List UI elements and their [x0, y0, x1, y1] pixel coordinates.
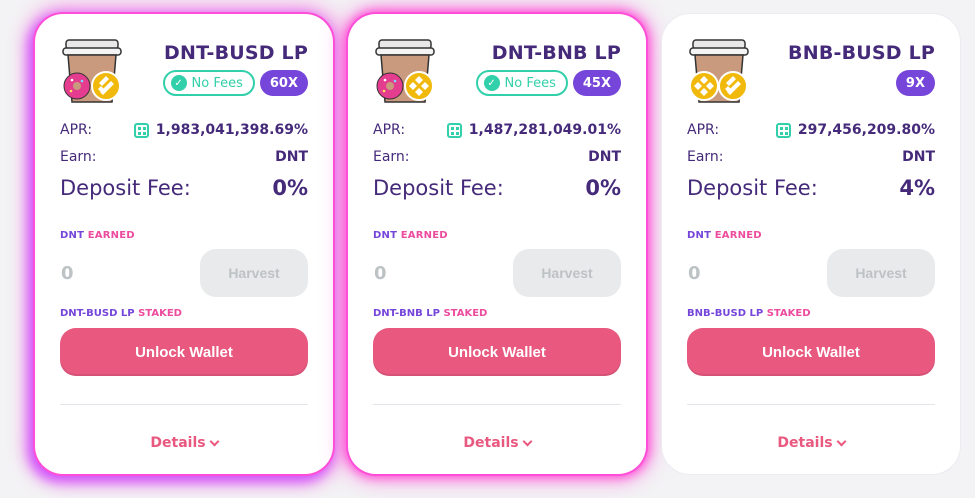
staked-section-label: DNT-BNB LP STAKED — [373, 308, 488, 319]
verified-check-icon: ✓ — [483, 75, 500, 91]
chevron-down-icon — [209, 436, 220, 446]
earn-row: Earn: DNT — [373, 142, 621, 172]
deposit-fee-value: 0% — [585, 176, 621, 200]
lp-token-art — [689, 39, 749, 103]
farm-tags: 9X — [895, 70, 935, 96]
apr-value: 1,983,041,398.69% — [155, 122, 308, 138]
bnb-token-icon — [689, 71, 719, 101]
farm-card-header: DNT-BUSD LP ✓ No Fees 60X — [60, 38, 308, 114]
farm-card-bnb-busd: BNB-BUSD LP 9X APR: 297,456,209.80% Earn… — [662, 14, 960, 474]
staked-section-label: BNB-BUSD LP STAKED — [687, 308, 811, 319]
donut-token-icon — [376, 72, 404, 100]
deposit-fee-label: Deposit Fee: — [60, 176, 191, 200]
details-toggle[interactable]: Details — [687, 435, 935, 451]
details-toggle[interactable]: Details — [373, 435, 621, 451]
bnb-token-icon — [404, 71, 434, 101]
apr-value: 1,487,281,049.01% — [468, 122, 621, 138]
earn-row: Earn: DNT — [60, 142, 308, 172]
earned-value: 0 — [688, 262, 701, 284]
apr-row: APR: 1,983,041,398.69% — [60, 118, 308, 142]
pair-name: BNB-BUSD LP — [788, 42, 935, 64]
earned-value: 0 — [61, 262, 74, 284]
busd-token-icon — [718, 71, 748, 101]
apr-row: APR: 297,456,209.80% — [687, 118, 935, 142]
no-fees-label: No Fees — [191, 75, 243, 91]
donut-token-icon — [63, 72, 91, 100]
no-fees-label: No Fees — [504, 75, 556, 91]
no-fees-badge: ✓ No Fees — [162, 70, 255, 96]
divider — [60, 404, 308, 405]
deposit-fee-label: Deposit Fee: — [687, 176, 818, 200]
farm-card-header: BNB-BUSD LP 9X — [687, 38, 935, 114]
unlock-wallet-button[interactable]: Unlock Wallet — [373, 328, 621, 376]
staked-section-label: DNT-BUSD LP STAKED — [60, 308, 182, 319]
details-label: Details — [463, 435, 519, 451]
verified-check-icon: ✓ — [170, 75, 187, 91]
earn-token: DNT — [588, 149, 621, 165]
earned-section-label: DNT EARNED — [60, 230, 135, 241]
deposit-fee-row: Deposit Fee: 4% — [687, 172, 935, 204]
earn-label: Earn: — [60, 149, 97, 165]
calculator-icon[interactable] — [133, 122, 149, 138]
earned-value: 0 — [374, 262, 387, 284]
farm-tags: ✓ No Fees 60X — [162, 70, 308, 96]
busd-token-icon — [91, 71, 121, 101]
details-label: Details — [777, 435, 833, 451]
multiplier-badge: 45X — [572, 70, 621, 96]
farm-tags: ✓ No Fees 45X — [475, 70, 621, 96]
multiplier-badge: 60X — [259, 70, 308, 96]
divider — [687, 404, 935, 405]
harvest-button[interactable]: Harvest — [200, 249, 308, 297]
calculator-icon[interactable] — [446, 122, 462, 138]
farm-card-dnt-bnb: DNT-BNB LP ✓ No Fees 45X APR: 1,487,281,… — [348, 14, 646, 474]
apr-label: APR: — [60, 122, 93, 138]
chevron-down-icon — [836, 436, 847, 446]
earn-token: DNT — [902, 149, 935, 165]
deposit-fee-row: Deposit Fee: 0% — [373, 172, 621, 204]
divider — [373, 404, 621, 405]
chevron-down-icon — [522, 436, 533, 446]
earn-token: DNT — [275, 149, 308, 165]
deposit-fee-value: 0% — [272, 176, 308, 200]
details-label: Details — [150, 435, 206, 451]
apr-row: APR: 1,487,281,049.01% — [373, 118, 621, 142]
farm-card-header: DNT-BNB LP ✓ No Fees 45X — [373, 38, 621, 114]
earn-row: Earn: DNT — [687, 142, 935, 172]
pair-name: DNT-BNB LP — [491, 42, 621, 64]
multiplier-badge: 9X — [895, 70, 935, 96]
lp-token-art — [375, 39, 435, 103]
deposit-fee-label: Deposit Fee: — [373, 176, 504, 200]
deposit-fee-value: 4% — [899, 176, 935, 200]
unlock-wallet-button[interactable]: Unlock Wallet — [687, 328, 935, 376]
pair-name: DNT-BUSD LP — [164, 42, 308, 64]
farm-card-dnt-busd: DNT-BUSD LP ✓ No Fees 60X APR: 1,983,041… — [35, 14, 333, 474]
lp-token-art — [62, 39, 122, 103]
earn-label: Earn: — [687, 149, 724, 165]
earned-section-label: DNT EARNED — [373, 230, 448, 241]
deposit-fee-row: Deposit Fee: 0% — [60, 172, 308, 204]
earn-label: Earn: — [373, 149, 410, 165]
apr-label: APR: — [373, 122, 406, 138]
harvest-button[interactable]: Harvest — [827, 249, 935, 297]
no-fees-badge: ✓ No Fees — [475, 70, 568, 96]
details-toggle[interactable]: Details — [60, 435, 308, 451]
harvest-row: 0 Harvest — [373, 249, 621, 297]
calculator-icon[interactable] — [775, 122, 791, 138]
harvest-row: 0 Harvest — [687, 249, 935, 297]
apr-label: APR: — [687, 122, 720, 138]
unlock-wallet-button[interactable]: Unlock Wallet — [60, 328, 308, 376]
harvest-button[interactable]: Harvest — [513, 249, 621, 297]
harvest-row: 0 Harvest — [60, 249, 308, 297]
apr-value: 297,456,209.80% — [797, 122, 935, 138]
farm-cards-row: DNT-BUSD LP ✓ No Fees 60X APR: 1,983,041… — [0, 0, 975, 498]
earned-section-label: DNT EARNED — [687, 230, 762, 241]
